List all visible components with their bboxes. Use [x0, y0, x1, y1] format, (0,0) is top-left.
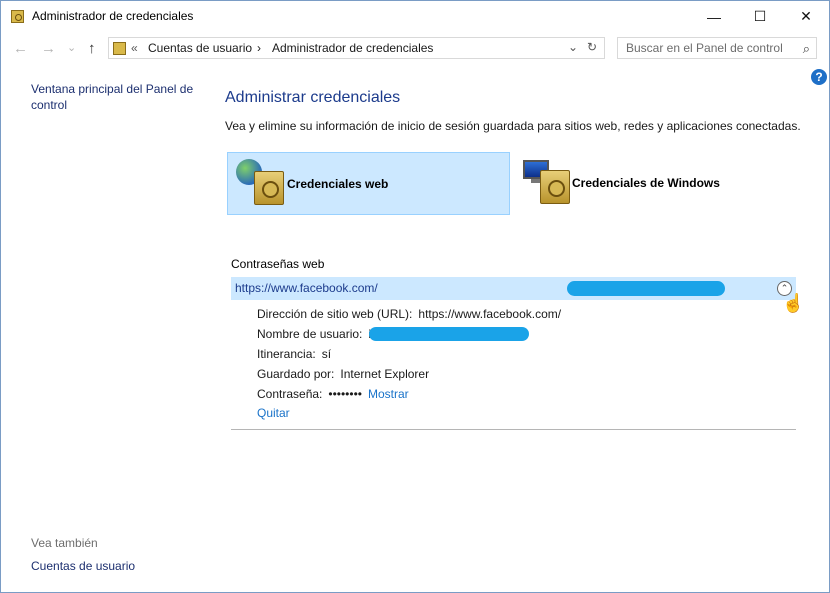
credential-row-header[interactable]: https://www.facebook.com/ ⌃: [231, 277, 796, 300]
credential-manager-window: Administrador de credenciales — ☐ ✕ ← → …: [0, 0, 830, 593]
search-box[interactable]: Buscar en el Panel de control ⌕: [617, 37, 817, 59]
username-label: Nombre de usuario:: [257, 327, 363, 341]
address-dropdown-icon[interactable]: ⌄: [568, 40, 578, 54]
web-passwords-heading: Contraseñas web: [231, 257, 325, 271]
close-button[interactable]: ✕: [783, 1, 829, 32]
detail-saved-by: Guardado por: Internet Explorer: [257, 367, 429, 381]
recent-locations-icon[interactable]: ⌄: [67, 41, 76, 54]
password-label: Contraseña:: [257, 387, 323, 401]
maximize-button[interactable]: ☐: [737, 1, 783, 32]
navigation-bar: ← → ⌄ ↑ « Cuentas de usuario › Administr…: [1, 33, 829, 63]
breadcrumb-user-accounts[interactable]: Cuentas de usuario: [148, 41, 252, 55]
refresh-icon[interactable]: ↻: [587, 40, 597, 54]
detail-password: Contraseña: •••••••• Mostrar: [257, 387, 409, 401]
window-title: Administrador de credenciales: [32, 9, 194, 23]
title-bar[interactable]: Administrador de credenciales — ☐ ✕: [1, 1, 829, 32]
credential-manager-icon: [11, 10, 24, 23]
minimize-button[interactable]: —: [691, 1, 737, 32]
control-panel-icon: [113, 42, 126, 55]
user-accounts-link[interactable]: Cuentas de usuario: [31, 559, 135, 573]
roaming-label: Itinerancia:: [257, 347, 316, 361]
site-url-label: Dirección de sitio web (URL):: [257, 307, 413, 321]
password-mask: ••••••••: [328, 387, 362, 401]
redacted-mark: [567, 281, 725, 296]
windows-credentials-label: Credenciales de Windows: [572, 176, 720, 190]
control-panel-home-link[interactable]: Ventana principal del Panel de control: [31, 81, 201, 113]
detail-roaming: Itinerancia: sí: [257, 347, 331, 361]
help-icon[interactable]: ?: [811, 69, 827, 85]
breadcrumb-credential-manager[interactable]: Administrador de credenciales: [272, 41, 433, 55]
roaming-value: sí: [321, 347, 332, 361]
search-placeholder: Buscar en el Panel de control: [626, 41, 783, 55]
breadcrumb-overflow-icon[interactable]: «: [131, 41, 138, 55]
hand-cursor-icon: ☝: [782, 293, 805, 313]
windows-credentials-tile[interactable]: Credenciales de Windows: [513, 152, 796, 215]
show-password-link[interactable]: Mostrar: [368, 387, 409, 401]
credential-url: https://www.facebook.com/: [235, 281, 378, 295]
web-credentials-tile[interactable]: Credenciales web: [227, 152, 510, 215]
vault-icon: [254, 171, 284, 205]
address-bar[interactable]: « Cuentas de usuario › Administrador de …: [108, 37, 605, 59]
see-also-heading: Vea también: [31, 536, 98, 550]
forward-arrow-icon[interactable]: →: [41, 40, 56, 57]
search-icon[interactable]: ⌕: [803, 41, 810, 57]
credential-divider: [231, 429, 796, 430]
web-credentials-label: Credenciales web: [287, 177, 389, 191]
detail-site-url: Dirección de sitio web (URL): https://www…: [257, 307, 561, 321]
detail-username: Nombre de usuario:i: [257, 327, 371, 341]
page-title: Administrar credenciales: [225, 89, 401, 106]
site-url-value: https://www.facebook.com/: [418, 307, 562, 321]
remove-credential-link[interactable]: Quitar: [257, 406, 290, 420]
up-arrow-icon[interactable]: ↑: [88, 40, 96, 57]
page-description: Vea y elimine su información de inicio d…: [225, 119, 801, 133]
vault-icon: [540, 170, 570, 204]
breadcrumb-arrow-icon[interactable]: ›: [257, 41, 261, 55]
saved-by-value: Internet Explorer: [340, 367, 430, 381]
saved-by-label: Guardado por:: [257, 367, 335, 381]
redacted-mark: [369, 327, 529, 341]
back-arrow-icon[interactable]: ←: [13, 40, 28, 57]
